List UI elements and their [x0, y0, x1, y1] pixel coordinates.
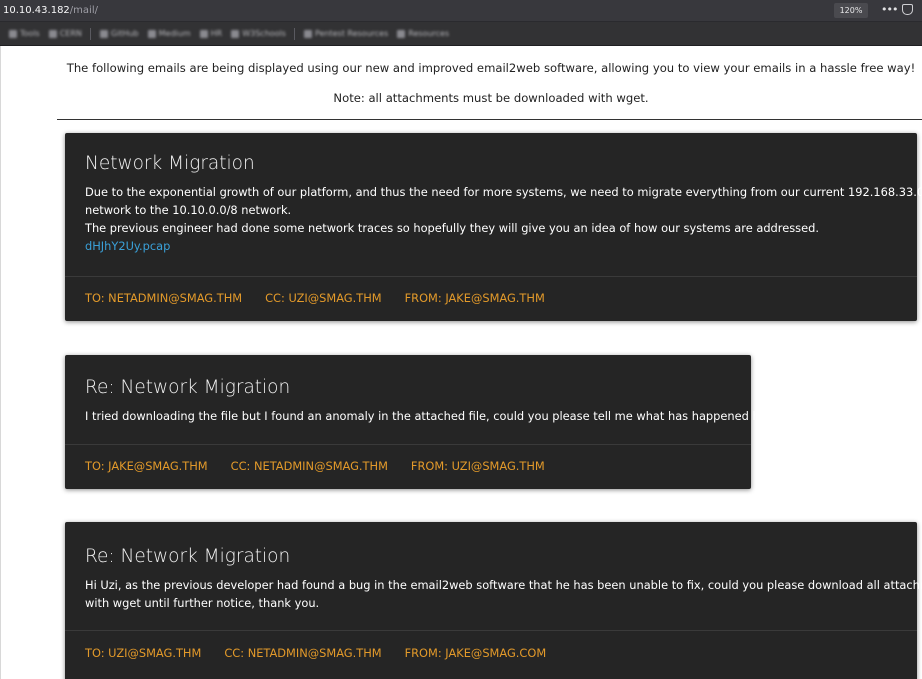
bookmark-medium[interactable]: Medium — [147, 29, 191, 38]
email-body-line: I tried downloading the file but I found… — [85, 409, 785, 423]
email-meta: TO: JAKE@SMAG.THM CC: NETADMIN@SMAG.THM … — [85, 459, 568, 473]
email-body: I tried downloading the file but I found… — [85, 407, 784, 425]
bookmark-resources[interactable]: Resources — [397, 29, 449, 38]
intro-notice: The following emails are being displayed… — [66, 61, 916, 75]
bookmark-tools[interactable]: Tools — [9, 29, 40, 38]
bookmark-separator — [89, 27, 91, 40]
email-subject: Re: Network Migration — [85, 377, 291, 398]
email-body: Due to the exponential growth of our pla… — [85, 183, 922, 255]
window-border — [0, 46, 1, 679]
email-to: TO: UZI@SMAG.THM — [85, 646, 202, 660]
email-from: FROM: JAKE@SMAG.COM — [404, 646, 547, 660]
email-body: Hi Uzi, as the previous developer had fo… — [85, 576, 922, 612]
email-meta: TO: UZI@SMAG.THM CC: NETADMIN@SMAG.THM F… — [85, 646, 569, 660]
attachment-note: Note: all attachments must be downloaded… — [333, 91, 649, 105]
bookmark-icon — [199, 29, 208, 38]
email-cc: CC: NETADMIN@SMAG.THM — [230, 459, 388, 473]
pocket-icon[interactable] — [902, 4, 913, 15]
folder-icon — [48, 29, 57, 38]
url-path: /mail/ — [69, 5, 98, 16]
email-body-line: Due to the exponential growth of our pla… — [85, 185, 922, 199]
bookmark-pentest-resources[interactable]: Pentest Resources — [303, 29, 388, 38]
email-body-line: The previous engineer had done some netw… — [85, 221, 819, 235]
email-cc: CC: NETADMIN@SMAG.THM — [224, 646, 382, 660]
email-subject: Network Migration — [85, 153, 255, 174]
folder-icon — [303, 29, 312, 38]
page-actions-menu-icon[interactable]: ••• — [881, 3, 898, 16]
address-field[interactable]: 10.10.43.182/mail/ — [3, 5, 98, 16]
email-body-line: network to the 10.10.0.0/8 network. — [85, 203, 292, 217]
folder-icon — [9, 29, 17, 38]
bookmark-w3schools[interactable]: W3Schools — [231, 29, 286, 38]
email-meta: TO: NETADMIN@SMAG.THM CC: UZI@SMAG.THM F… — [85, 291, 568, 305]
card-divider — [65, 444, 751, 445]
email-to: TO: NETADMIN@SMAG.THM — [85, 291, 243, 305]
bookmark-icon — [231, 29, 240, 38]
email-card: Re: Network Migration Hi Uzi, as the pre… — [65, 522, 922, 679]
medium-icon — [147, 29, 156, 38]
zoom-level-button[interactable]: 120% — [834, 3, 868, 18]
bookmark-hr[interactable]: HR — [199, 29, 222, 38]
email-body-line: with wget until further notice, thank yo… — [85, 596, 320, 610]
email-cc: CC: UZI@SMAG.THM — [265, 291, 382, 305]
github-icon — [99, 29, 108, 38]
email-body-line: Hi Uzi, as the previous developer had fo… — [85, 578, 922, 592]
attachment-link[interactable]: dHJhY2Uy.pcap — [85, 239, 170, 253]
email-to: TO: JAKE@SMAG.THM — [85, 459, 208, 473]
bookmark-cern[interactable]: CERN — [48, 29, 82, 38]
bookmark-separator — [293, 27, 295, 40]
card-divider — [65, 276, 917, 277]
url-host: 10.10.43.182 — [3, 5, 70, 16]
email-from: FROM: UZI@SMAG.THM — [410, 459, 545, 473]
email-card: Re: Network Migration I tried downloadin… — [65, 355, 784, 489]
email-from: FROM: JAKE@SMAG.THM — [404, 291, 545, 305]
card-divider — [65, 630, 917, 631]
email-subject: Re: Network Migration — [85, 546, 291, 567]
page-divider — [57, 119, 922, 120]
email-card: Network Migration Due to the exponential… — [65, 133, 922, 321]
browser-url-bar[interactable]: 10.10.43.182/mail/ 120% ••• — [0, 0, 922, 22]
bookmarks-toolbar: Tools CERN GitHub Medium HR W3Schools Pe… — [0, 22, 922, 46]
folder-icon — [397, 29, 406, 38]
bookmark-github[interactable]: GitHub — [99, 29, 139, 38]
